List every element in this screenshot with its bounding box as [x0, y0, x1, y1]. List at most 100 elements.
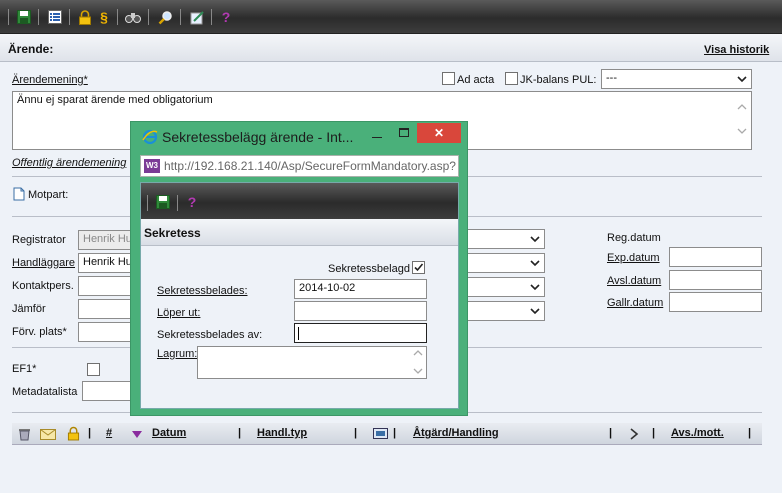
- save-icon[interactable]: [16, 9, 32, 25]
- scroll-up-icon[interactable]: [737, 104, 747, 110]
- help-icon[interactable]: ?: [218, 9, 234, 25]
- loper-ut-field[interactable]: [294, 301, 427, 321]
- edit-icon[interactable]: [189, 9, 205, 25]
- toolbar-separator: [8, 9, 9, 25]
- scroll-up-icon[interactable]: [413, 350, 423, 356]
- scroll-down-icon[interactable]: [737, 128, 747, 134]
- gallr-datum-field[interactable]: [669, 292, 762, 312]
- show-history-link[interactable]: Visa historik: [704, 44, 769, 56]
- lock-icon[interactable]: [67, 426, 80, 441]
- sort-down-icon[interactable]: [132, 431, 142, 438]
- paragraph-icon[interactable]: §: [96, 9, 112, 25]
- ef1-label: EF1*: [12, 363, 37, 375]
- sekretessbelades-label[interactable]: Sekretessbelades:: [157, 285, 248, 297]
- registrator-value: Henrik Hu: [83, 233, 132, 245]
- sekretessbelagd-checkbox[interactable]: [412, 261, 425, 274]
- dialog-toolbar: ?: [141, 183, 458, 219]
- save-icon[interactable]: [155, 194, 171, 210]
- jamfor-field[interactable]: [78, 299, 138, 319]
- jamfor-select[interactable]: [464, 301, 545, 321]
- main-toolbar: § ?: [0, 0, 782, 34]
- toolbar-separator: [180, 9, 181, 25]
- metadatalista-label: Metadatalista: [12, 386, 78, 398]
- screen-icon[interactable]: [373, 427, 388, 441]
- dialog-content: ? Sekretess Sekretessbelagd Sekretessbel…: [140, 182, 459, 409]
- jk-balans-label: JK-balans: [520, 74, 569, 86]
- gallr-datum-label[interactable]: Gallr.datum: [607, 297, 663, 309]
- loper-ut-label[interactable]: Löper ut:: [157, 307, 200, 319]
- kontaktpers-field[interactable]: [78, 276, 138, 296]
- avsl-datum-label[interactable]: Avsl.datum: [607, 275, 661, 287]
- handlaggare-select[interactable]: [464, 253, 545, 273]
- checkmark-icon: [414, 263, 424, 272]
- sekretessbelades-av-field[interactable]: [294, 323, 427, 343]
- avsl-datum-field[interactable]: [669, 270, 762, 290]
- maximize-icon[interactable]: [399, 128, 409, 137]
- grid-separator: |: [652, 427, 656, 439]
- pul-select-value: ---: [606, 72, 617, 84]
- binoculars-icon[interactable]: [125, 9, 141, 25]
- handlaggare-label[interactable]: Handläggare: [12, 257, 75, 269]
- col-handl-typ[interactable]: Handl.typ: [257, 427, 307, 439]
- grid-separator: |: [609, 427, 613, 439]
- help-icon[interactable]: ?: [184, 194, 200, 210]
- section-header: Sekretess: [141, 219, 458, 246]
- minimize-icon[interactable]: [372, 137, 382, 138]
- sekretessbelades-field[interactable]: 2014-10-02: [294, 279, 427, 299]
- grid-separator: |: [354, 427, 358, 439]
- search-icon[interactable]: [157, 9, 173, 25]
- envelope-icon[interactable]: [40, 427, 56, 440]
- grid-separator: |: [393, 427, 397, 439]
- motpart-label: Motpart:: [28, 189, 69, 201]
- col-atgard-handling[interactable]: Åtgärd/Handling: [413, 427, 499, 439]
- url-text: http://192.168.21.140/Asp/SecureFormMand…: [164, 159, 456, 173]
- list-icon[interactable]: [47, 9, 63, 25]
- handlaggare-value: Henrik Hu: [83, 256, 132, 268]
- sekretessbelades-value: 2014-10-02: [299, 282, 356, 294]
- ie-logo-icon: [142, 129, 158, 145]
- handlaggare-field[interactable]: Henrik Hu: [78, 253, 138, 273]
- col-avs-mott[interactable]: Avs./mott.: [671, 427, 724, 439]
- toolbar-separator: [38, 9, 39, 25]
- address-bar[interactable]: W3 http://192.168.21.140/Asp/SecureFormM…: [140, 155, 459, 177]
- dialog-title: Sekretessbelägg ärende - Int...: [162, 129, 354, 145]
- exp-datum-label[interactable]: Exp.datum: [607, 252, 660, 264]
- panel-header: Ärende: Visa historik: [0, 34, 782, 62]
- jk-balans-checkbox[interactable]: [505, 72, 518, 85]
- toolbar-separator: [211, 9, 212, 25]
- kontaktpers-select[interactable]: [464, 277, 545, 297]
- lagrum-textarea[interactable]: [197, 346, 427, 379]
- grid-separator: |: [88, 427, 92, 439]
- jamfor-label: Jämför: [12, 303, 46, 315]
- registrator-label: Registrator: [12, 234, 66, 246]
- toolbar-separator: [177, 195, 178, 211]
- exp-datum-field[interactable]: [669, 247, 762, 267]
- toolbar-separator: [117, 9, 118, 25]
- registrator-select[interactable]: [464, 229, 545, 249]
- offentlig-arendemening-link[interactable]: Offentlig ärendemening: [12, 157, 126, 169]
- col-datum[interactable]: Datum: [152, 427, 186, 439]
- forv-plats-field[interactable]: [78, 322, 138, 342]
- scroll-down-icon[interactable]: [413, 368, 423, 374]
- arrow-right-icon[interactable]: [629, 428, 639, 440]
- sekretess-dialog: Sekretessbelägg ärende - Int... ✕ W3 htt…: [130, 121, 468, 416]
- arendemening-label[interactable]: Ärendemening*: [12, 74, 88, 86]
- arendemening-value: Ännu ej sparat ärende med obligatorium: [17, 94, 213, 106]
- lagrum-label[interactable]: Lagrum:: [157, 348, 197, 360]
- sekretessbelades-av-label: Sekretessbelades av:: [157, 329, 263, 341]
- ef1-checkbox[interactable]: [87, 363, 100, 376]
- trash-icon[interactable]: [18, 427, 31, 441]
- lock-icon[interactable]: [77, 9, 93, 25]
- pul-select[interactable]: ---: [601, 69, 752, 89]
- ad-acta-checkbox[interactable]: [442, 72, 455, 85]
- chevron-down-icon: [530, 284, 540, 291]
- chevron-down-icon: [530, 260, 540, 267]
- col-nr[interactable]: #: [106, 427, 112, 439]
- site-favicon-icon: W3: [144, 159, 160, 173]
- registrator-field[interactable]: Henrik Hu: [78, 230, 138, 250]
- chevron-down-icon: [530, 308, 540, 315]
- section-title: Sekretess: [144, 226, 201, 240]
- toolbar-separator: [69, 9, 70, 25]
- close-button[interactable]: ✕: [417, 123, 461, 143]
- page-title: Ärende:: [8, 42, 54, 56]
